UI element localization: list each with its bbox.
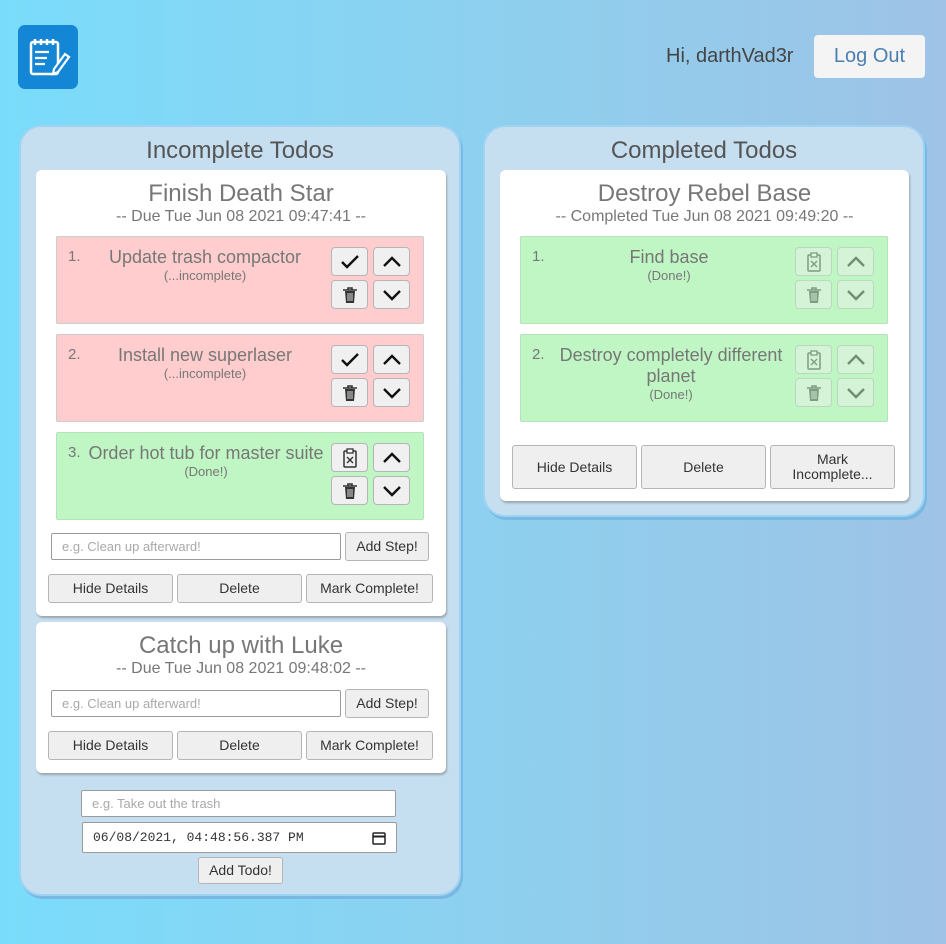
hide-details-button[interactable]: Hide Details <box>512 445 637 489</box>
step-text: Destroy completely different planet <box>559 345 783 386</box>
completed-todos-column: Completed Todos Destroy Rebel Base -- Co… <box>483 125 925 517</box>
complete-step-button[interactable] <box>331 345 368 374</box>
add-todo-button[interactable]: Add Todo! <box>198 857 283 884</box>
chevron-up-icon <box>846 255 865 267</box>
chevron-down-icon <box>846 387 865 399</box>
todo-card: Destroy Rebel Base -- Completed Tue Jun … <box>500 170 909 501</box>
new-step-input[interactable] <box>51 533 341 560</box>
move-step-down-button <box>837 378 874 407</box>
move-step-down-button[interactable] <box>373 378 410 407</box>
todo-card: Finish Death Star -- Due Tue Jun 08 2021… <box>36 170 446 616</box>
delete-step-button <box>795 280 832 309</box>
chevron-down-icon <box>846 289 865 301</box>
step-text: Install new superlaser <box>117 345 293 365</box>
delete-todo-button[interactable]: Delete <box>641 445 766 489</box>
step-status: (...incomplete) <box>163 268 247 283</box>
hide-details-button[interactable]: Hide Details <box>48 731 173 760</box>
todo-title: Finish Death Star <box>148 180 334 207</box>
checkmark-icon <box>340 254 359 269</box>
todo-due-date: -- Due Tue Jun 08 2021 09:48:02 -- <box>116 660 366 677</box>
step-item: 1. Update trash compactor (...incomplete… <box>56 236 424 324</box>
step-content: Install new superlaser (...incomplete) <box>89 345 321 381</box>
chevron-down-icon <box>382 289 401 301</box>
delete-todo-button[interactable]: Delete <box>177 731 302 760</box>
step-number: 1. <box>68 248 81 265</box>
trash-icon <box>806 286 821 303</box>
trash-icon <box>806 384 821 401</box>
mark-complete-button[interactable]: Mark Complete! <box>306 574 433 603</box>
todo-due-date: -- Due Tue Jun 08 2021 09:47:41 -- <box>116 208 366 225</box>
delete-step-button[interactable] <box>331 378 368 407</box>
delete-todo-button[interactable]: Delete <box>177 574 302 603</box>
step-status: (Done!) <box>184 464 228 479</box>
delete-step-button[interactable] <box>331 280 368 309</box>
todo-title: Catch up with Luke <box>138 632 344 659</box>
app-logo-notepad-icon <box>18 25 78 89</box>
todo-title: Destroy Rebel Base <box>597 180 812 207</box>
hide-details-button[interactable]: Hide Details <box>48 574 173 603</box>
move-step-up-button[interactable] <box>373 345 410 374</box>
step-content: Destroy completely different planet (Don… <box>551 345 791 402</box>
column-title: Completed Todos <box>610 137 798 164</box>
move-step-down-button <box>837 280 874 309</box>
step-number: 1. <box>532 248 545 265</box>
delete-step-button <box>795 378 832 407</box>
step-number: 3. <box>68 444 81 461</box>
calendar-icon[interactable] <box>372 831 386 845</box>
trash-icon <box>342 384 357 401</box>
trash-icon <box>342 482 357 499</box>
complete-step-button[interactable] <box>331 247 368 276</box>
clipboard-x-icon <box>342 447 357 468</box>
mark-incomplete-button[interactable]: Mark Incomplete... <box>770 445 895 489</box>
step-content: Update trash compactor (...incomplete) <box>89 247 321 283</box>
step-text: Order hot tub for master suite <box>88 443 324 463</box>
move-step-down-button[interactable] <box>373 476 410 505</box>
new-todo-input[interactable] <box>81 790 396 817</box>
step-content: Order hot tub for master suite (Done!) <box>82 443 330 479</box>
step-text: Find base <box>629 247 709 267</box>
move-step-up-button[interactable] <box>373 443 410 472</box>
incomplete-todos-column: Incomplete Todos Finish Death Star -- Du… <box>19 125 461 896</box>
move-step-up-button <box>837 247 874 276</box>
checkmark-icon <box>340 352 359 367</box>
clipboard-x-icon <box>806 251 821 272</box>
step-text: Update trash compactor <box>108 247 302 267</box>
mark-step-incomplete-button <box>795 345 832 374</box>
due-date-input[interactable]: 06/08/2021, 04:48:56.387 PM <box>82 822 397 853</box>
mark-step-incomplete-button[interactable] <box>331 443 368 472</box>
move-step-down-button[interactable] <box>373 280 410 309</box>
due-date-value: 06/08/2021, 04:48:56.387 PM <box>93 830 304 845</box>
trash-icon <box>342 286 357 303</box>
step-number: 2. <box>68 346 81 363</box>
delete-step-button[interactable] <box>331 476 368 505</box>
chevron-down-icon <box>382 485 401 497</box>
add-step-button[interactable]: Add Step! <box>345 689 429 718</box>
step-item: 3. Order hot tub for master suite (Done!… <box>56 432 424 520</box>
add-step-button[interactable]: Add Step! <box>345 532 429 561</box>
greeting: Hi, darthVad3r <box>666 45 794 67</box>
step-item: 2. Install new superlaser (...incomplete… <box>56 334 424 422</box>
step-status: (Done!) <box>647 268 691 283</box>
chevron-up-icon <box>382 255 401 267</box>
new-step-input[interactable] <box>51 690 341 717</box>
chevron-down-icon <box>382 387 401 399</box>
clipboard-x-icon <box>806 349 821 370</box>
column-title: Incomplete Todos <box>146 137 334 164</box>
step-content: Find base (Done!) <box>553 247 785 283</box>
step-item: 1. Find base (Done!) <box>520 236 888 324</box>
chevron-up-icon <box>382 353 401 365</box>
step-status: (...incomplete) <box>163 366 247 381</box>
step-status: (Done!) <box>649 387 693 402</box>
todo-card: Catch up with Luke -- Due Tue Jun 08 202… <box>36 622 446 773</box>
mark-step-incomplete-button <box>795 247 832 276</box>
step-item: 2. Destroy completely different planet (… <box>520 334 888 422</box>
logout-button[interactable]: Log Out <box>814 35 925 78</box>
todo-completed-date: -- Completed Tue Jun 08 2021 09:49:20 -- <box>555 208 854 225</box>
mark-complete-button[interactable]: Mark Complete! <box>306 731 433 760</box>
chevron-up-icon <box>382 451 401 463</box>
step-number: 2. <box>532 346 545 363</box>
move-step-up-button <box>837 345 874 374</box>
move-step-up-button[interactable] <box>373 247 410 276</box>
chevron-up-icon <box>846 353 865 365</box>
